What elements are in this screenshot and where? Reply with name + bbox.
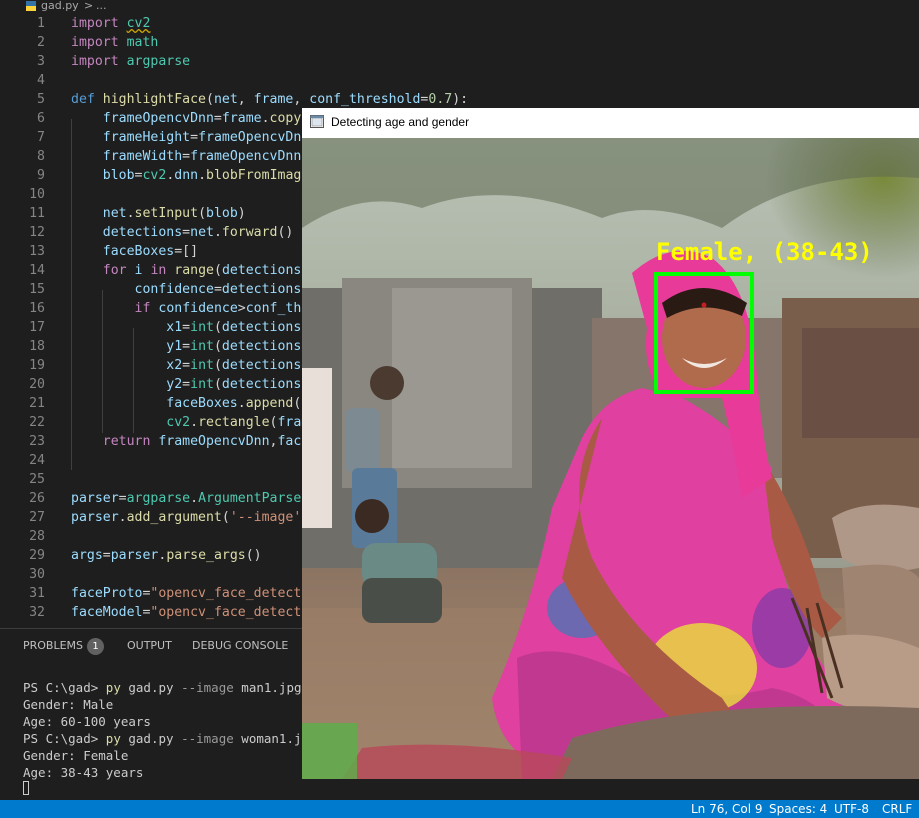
status-indentation[interactable]: Spaces: 4 [769, 802, 827, 816]
code-line: 5 def highlightFace(net, frame, conf_thre… [37, 92, 469, 107]
status-eol[interactable]: CRLF [882, 802, 912, 816]
tab-output[interactable]: OUTPUT [127, 639, 172, 652]
terminal-line: Gender: Male [23, 697, 114, 712]
tab-problems[interactable]: PROBLEMS [23, 639, 83, 652]
tab-debug-console[interactable]: DEBUG CONSOLE [192, 639, 288, 652]
python-file-icon [26, 1, 36, 11]
code-line: 3 import argparse [37, 54, 191, 69]
terminal-line: Age: 60-100 years [23, 714, 151, 729]
breadcrumb-more[interactable]: ... [96, 0, 107, 12]
breadcrumb-file[interactable]: gad.py [41, 0, 79, 12]
breadcrumb-separator: > [84, 0, 94, 12]
status-encoding[interactable]: UTF-8 [834, 802, 869, 816]
problems-count-badge: 1 [87, 638, 104, 655]
detection-image: Female, (38-43) [302, 138, 919, 779]
code-line: 2 import math [37, 35, 159, 50]
code-line: 4 [37, 73, 45, 88]
terminal-cursor [23, 781, 29, 795]
opencv-window[interactable]: Detecting age and gender Female, (38-43) [302, 108, 919, 779]
prediction-label: Female, (38-43) [656, 238, 873, 266]
terminal-line: Age: 38-43 years [23, 765, 144, 780]
window-titlebar[interactable]: Detecting age and gender [302, 108, 919, 138]
code-line: 1 import cv2 [37, 16, 151, 31]
photo-scene [302, 138, 919, 779]
terminal-line: PS C:\gad> py gad.py --image woman1.jpg [23, 731, 317, 746]
status-bar: Ln 76, Col 9 Spaces: 4 UTF-8 CRLF [0, 800, 919, 818]
terminal-line: PS C:\gad> py gad.py --image man1.jpg [23, 680, 302, 695]
window-app-icon [310, 115, 324, 128]
status-cursor-position[interactable]: Ln 76, Col 9 [691, 802, 763, 816]
breadcrumb: gad.py > ... [0, 0, 919, 14]
window-title: Detecting age and gender [331, 115, 470, 129]
terminal-line: Gender: Female [23, 748, 129, 763]
face-bounding-box [654, 272, 754, 394]
